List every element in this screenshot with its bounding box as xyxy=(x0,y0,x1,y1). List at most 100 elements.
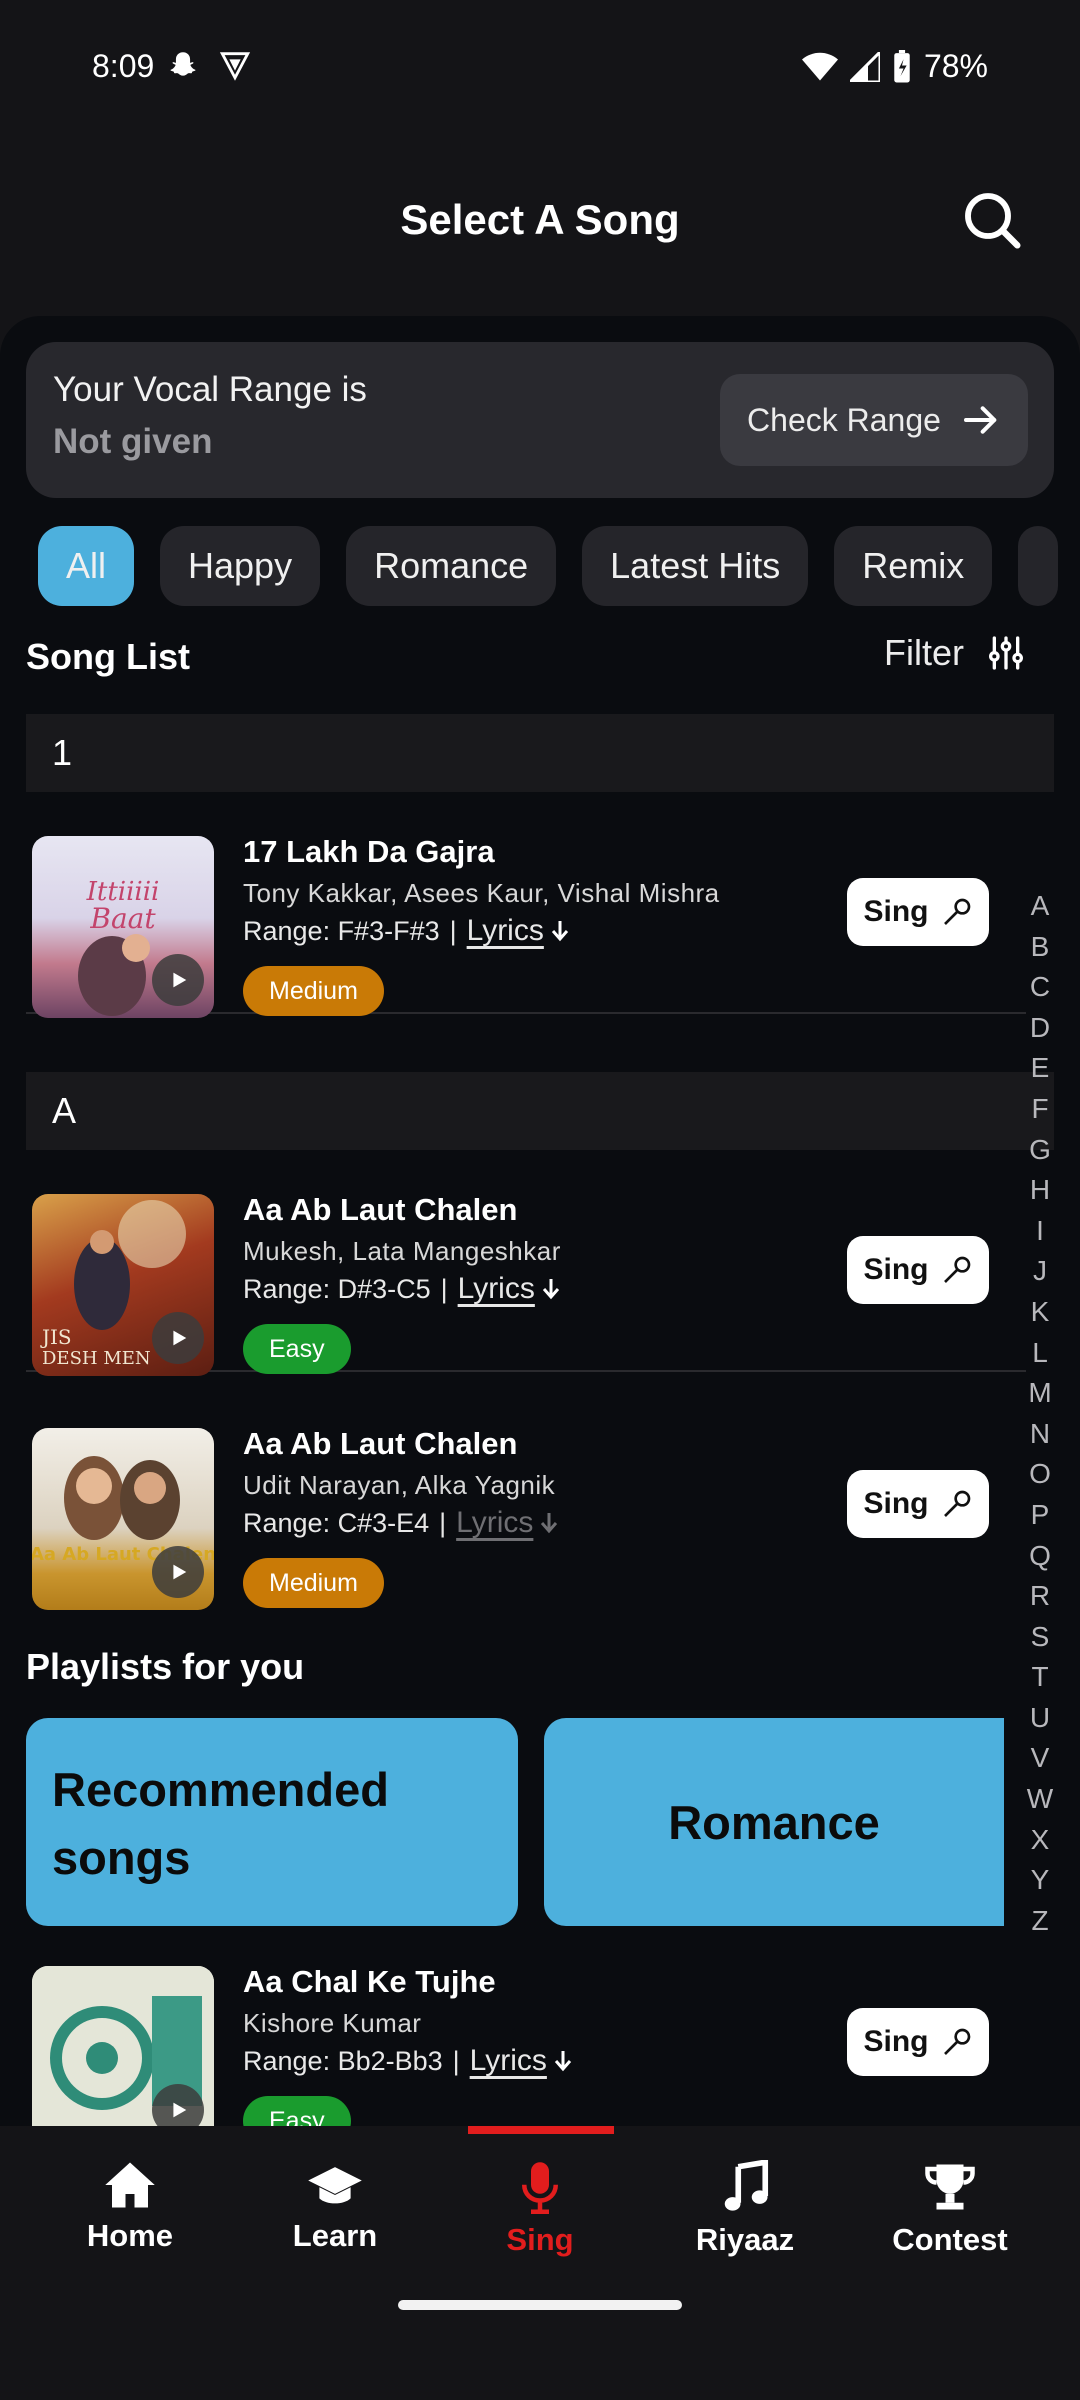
alphabet-letter[interactable]: A xyxy=(1031,886,1050,927)
chip-remix[interactable]: Remix xyxy=(834,526,993,606)
play-icon[interactable] xyxy=(152,1546,204,1598)
alphabet-letter[interactable]: G xyxy=(1029,1130,1051,1171)
check-range-button[interactable]: Check Range xyxy=(720,374,1028,466)
lyrics-download-link[interactable]: Lyrics xyxy=(467,914,570,948)
song-thumbnail[interactable]: JIS DESH MEN xyxy=(32,1194,214,1376)
song-range: Range: C#3-E4 xyxy=(243,1507,430,1538)
alphabet-letter[interactable]: M xyxy=(1028,1373,1051,1414)
lyrics-download-link[interactable]: Lyrics xyxy=(470,2044,573,2078)
microphone-pen-icon xyxy=(943,1490,970,1517)
chip-latest-hits[interactable]: Latest Hits xyxy=(582,526,809,606)
search-icon xyxy=(965,193,1021,249)
sing-button[interactable]: Sing xyxy=(847,2008,989,2076)
song-thumbnail[interactable] xyxy=(32,1966,214,2126)
song-row[interactable]: Ittiiiii Baat 17 Lakh Da Gajra Tony Kakka… xyxy=(26,814,1026,1018)
microphone-pen-icon xyxy=(943,1256,970,1283)
graduation-cap-icon xyxy=(308,2167,362,2204)
song-title: Aa Ab Laut Chalen xyxy=(243,1426,518,1461)
playlist-card-recommended[interactable]: Recommended songs xyxy=(26,1718,518,1926)
alphabet-letter[interactable]: L xyxy=(1032,1333,1048,1374)
song-thumbnail[interactable]: Ittiiiii Baat xyxy=(32,836,214,1018)
home-gesture-bar xyxy=(398,2300,682,2310)
battery-percent: 78% xyxy=(923,48,988,84)
play-icon[interactable] xyxy=(152,954,204,1006)
alphabet-letter[interactable]: O xyxy=(1029,1454,1051,1495)
section-header: 1 xyxy=(26,714,1054,792)
alphabet-letter[interactable]: Z xyxy=(1031,1901,1048,1942)
play-icon[interactable] xyxy=(152,1312,204,1364)
song-artists: Kishore Kumar xyxy=(243,2008,422,2038)
filter-button[interactable]: Filter xyxy=(884,632,1026,674)
playlist-card-romance[interactable]: Romance xyxy=(544,1718,1004,1926)
alphabet-letter[interactable]: I xyxy=(1036,1211,1044,1252)
active-tab-indicator xyxy=(468,2126,614,2134)
trophy-icon xyxy=(925,2164,975,2210)
section-header: A xyxy=(26,1072,1054,1150)
nav-riyaaz[interactable]: Riyaaz xyxy=(645,2160,845,2258)
alphabet-letter[interactable]: S xyxy=(1031,1617,1050,1658)
song-row[interactable]: Aa Chal Ke Tujhe Kishore Kumar Range: Bb… xyxy=(26,1944,1026,2126)
home-icon xyxy=(105,2162,155,2208)
difficulty-badge: Medium xyxy=(243,1558,384,1608)
song-title: 17 Lakh Da Gajra xyxy=(243,834,495,869)
alphabet-letter[interactable]: Y xyxy=(1031,1860,1050,1901)
song-list-title: Song List xyxy=(26,636,190,677)
alphabet-letter[interactable]: H xyxy=(1030,1170,1050,1211)
song-title: Aa Chal Ke Tujhe xyxy=(243,1964,496,1999)
chip-more[interactable] xyxy=(1018,526,1059,606)
search-button[interactable] xyxy=(960,188,1024,252)
microphone-pen-icon xyxy=(943,2028,970,2055)
microphone-pen-icon xyxy=(943,898,970,925)
download-arrow-icon xyxy=(554,2051,572,2072)
song-artists: Mukesh, Lata Mangeshkar xyxy=(243,1236,561,1266)
alphabet-letter[interactable]: E xyxy=(1031,1048,1050,1089)
vocal-range-value: Not given xyxy=(53,422,213,461)
sing-button[interactable]: Sing xyxy=(847,1236,989,1304)
alphabet-letter[interactable]: P xyxy=(1031,1495,1050,1536)
lyrics-download-link[interactable]: Lyrics xyxy=(458,1272,561,1306)
alphabet-letter[interactable]: U xyxy=(1030,1698,1050,1739)
microphone-icon xyxy=(522,2162,558,2214)
song-row[interactable]: JIS DESH MEN Aa Ab Laut Chalen Mukesh, La… xyxy=(26,1172,1026,1376)
sing-button[interactable]: Sing xyxy=(847,1470,989,1538)
header: Select A Song xyxy=(0,180,1080,260)
alphabet-letter[interactable]: F xyxy=(1031,1089,1048,1130)
song-artists: Udit Narayan, Alka Yagnik xyxy=(243,1470,556,1500)
chip-all[interactable]: All xyxy=(38,526,135,606)
song-range: Range: Bb2-Bb3 xyxy=(243,2045,443,2076)
status-bar: 8:09 78% xyxy=(0,0,1080,136)
chip-romance[interactable]: Romance xyxy=(346,526,557,606)
alphabet-letter[interactable]: C xyxy=(1030,967,1050,1008)
song-range: Range: D#3-C5 xyxy=(243,1273,431,1304)
alphabet-letter[interactable]: T xyxy=(1031,1657,1048,1698)
alphabet-letter[interactable]: B xyxy=(1031,927,1050,968)
alphabet-letter[interactable]: W xyxy=(1027,1779,1053,1820)
difficulty-badge: Easy xyxy=(243,2096,351,2126)
alphabet-letter[interactable]: K xyxy=(1031,1292,1050,1333)
alphabet-letter[interactable]: R xyxy=(1030,1576,1050,1617)
vocal-range-card: Your Vocal Range is Not given Check Rang… xyxy=(26,342,1054,498)
alphabet-letter[interactable]: V xyxy=(1031,1738,1050,1779)
alphabet-letter[interactable]: N xyxy=(1030,1414,1050,1455)
playlists-title: Playlists for you xyxy=(26,1646,305,1687)
nav-sing[interactable]: Sing xyxy=(440,2160,640,2258)
song-thumbnail[interactable]: Aa Ab Laut Chalen xyxy=(32,1428,214,1610)
alphabet-letter[interactable]: J xyxy=(1033,1251,1047,1292)
alphabet-letter[interactable]: X xyxy=(1031,1820,1050,1861)
alphabet-letter[interactable]: D xyxy=(1030,1008,1050,1049)
svg-text:DESH MEN: DESH MEN xyxy=(42,1348,151,1369)
chip-happy[interactable]: Happy xyxy=(160,526,321,606)
nav-learn[interactable]: Learn xyxy=(235,2160,435,2254)
song-list-header: Song List Filter xyxy=(26,628,1026,688)
alphabet-index[interactable]: ABCDEFGHIJKLMNOPQRSTUVWXYZ xyxy=(1020,886,1060,1941)
nav-contest[interactable]: Contest xyxy=(850,2160,1050,2258)
sing-button[interactable]: Sing xyxy=(847,878,989,946)
song-artists: Tony Kakkar, Asees Kaur, Vishal Mishra xyxy=(243,878,720,908)
sliders-icon xyxy=(988,636,1023,670)
arrow-right-icon xyxy=(963,406,997,434)
song-range: Range: F#3-F#3 xyxy=(243,915,440,946)
lyrics-download-link: Lyrics xyxy=(456,1506,559,1540)
alphabet-letter[interactable]: Q xyxy=(1029,1536,1051,1577)
nav-home[interactable]: Home xyxy=(30,2160,230,2254)
song-row[interactable]: Aa Ab Laut Chalen Aa Ab Laut Chalen Udit… xyxy=(26,1406,1026,1610)
